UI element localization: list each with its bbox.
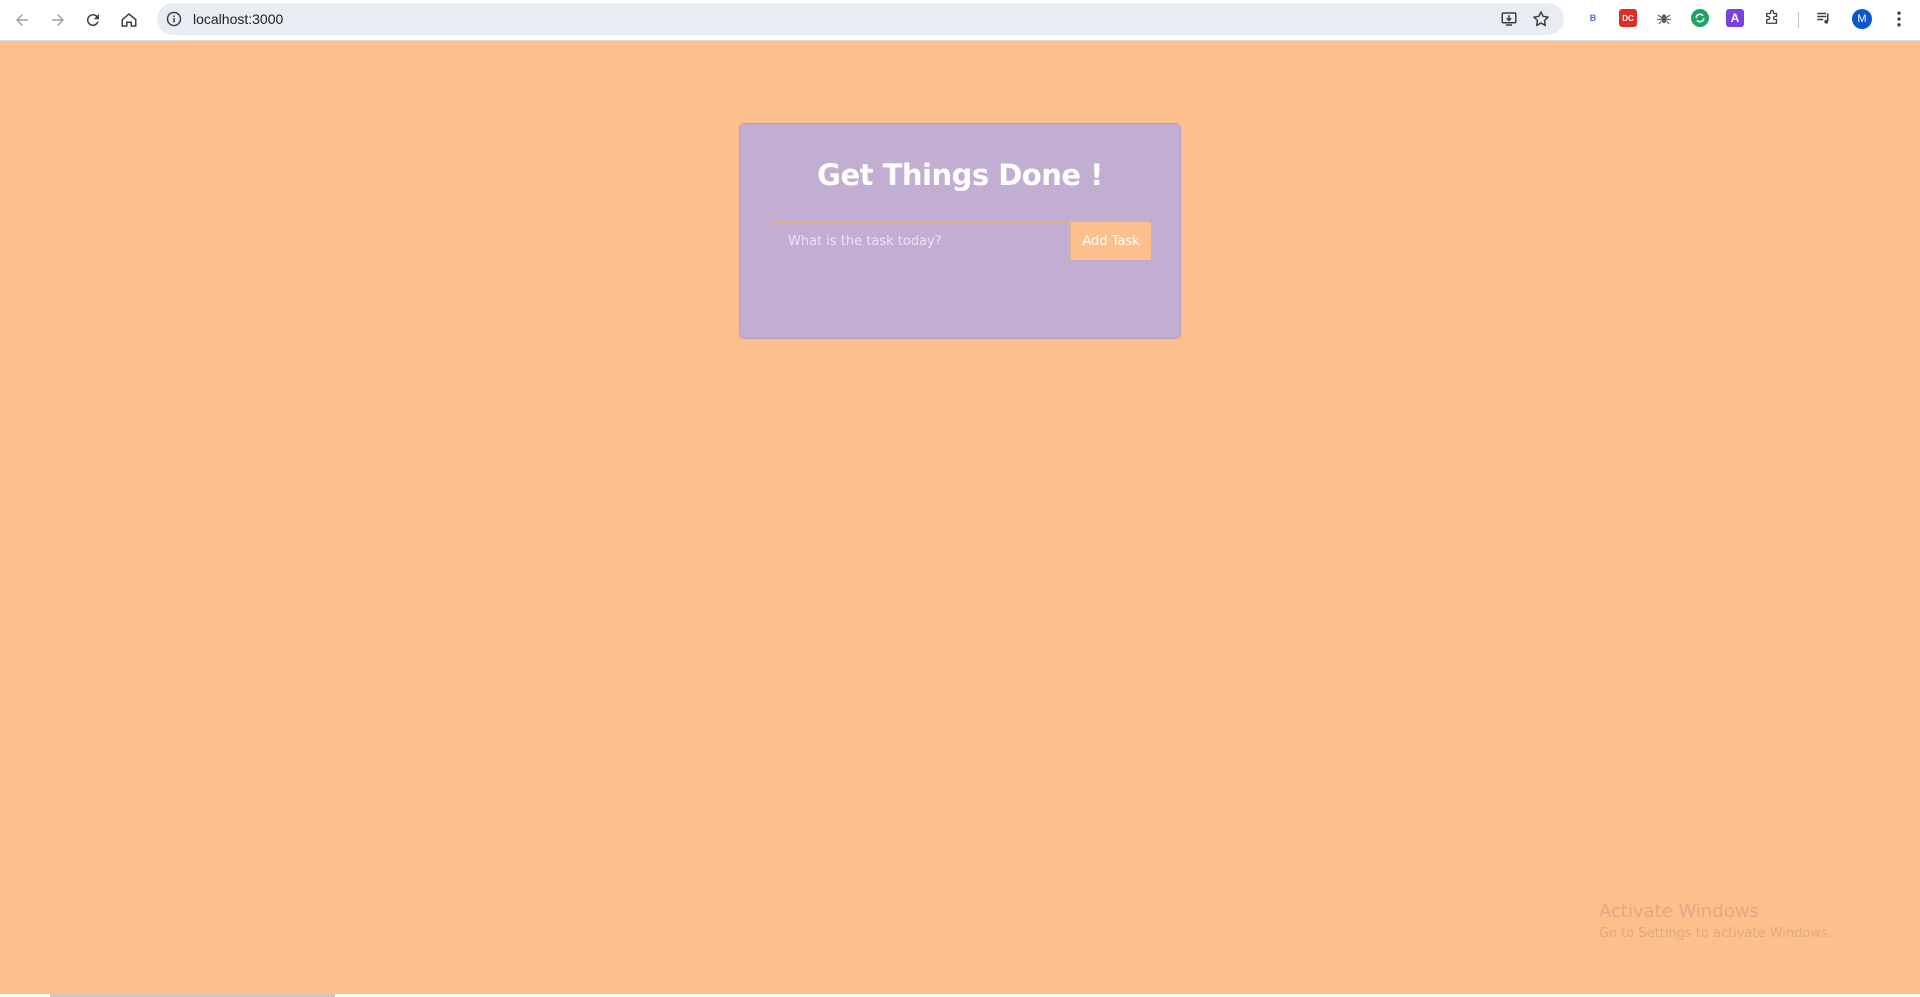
reload-button[interactable] [79,8,107,32]
url-text[interactable]: localhost:3000 [193,11,283,27]
extensions-puzzle-icon[interactable] [1763,9,1781,27]
bookmark-star-icon[interactable] [1531,9,1551,29]
reload-icon [86,14,99,27]
watermark-subtitle: Go to Settings to activate Windows. [1599,926,1832,941]
playlist-icon [1817,12,1829,24]
extension-a-icon[interactable]: A [1726,9,1744,27]
add-task-button[interactable]: Add Task [1071,222,1151,260]
page-title: Get Things Done ! [817,158,1103,192]
windows-activation-watermark: Activate Windows Go to Settings to activ… [1599,901,1832,941]
bug-icon [1657,14,1671,25]
arrow-right-icon [52,14,64,26]
install-app-icon[interactable] [1500,10,1518,28]
browser-toolbar: localhost:3000 B DC A M [0,0,1920,41]
site-info-icon[interactable] [166,11,182,27]
back-button[interactable] [8,8,36,32]
puzzle-icon [1766,9,1778,24]
browser-menu-icon[interactable] [1889,9,1909,29]
home-icon [121,13,137,27]
forward-button[interactable] [44,8,72,32]
todo-wrapper: Get Things Done ! Add Task [739,123,1181,339]
arrow-left-icon [16,14,28,26]
extension-b-icon[interactable]: B [1584,9,1602,27]
toolbar-divider [1798,12,1799,28]
address-bar[interactable]: localhost:3000 [157,3,1564,35]
watermark-title: Activate Windows [1599,901,1759,922]
task-input[interactable] [771,222,1071,260]
extension-sync-icon[interactable] [1691,9,1709,27]
home-button[interactable] [115,8,143,32]
media-control-icon[interactable] [1815,9,1833,27]
sync-icon [1695,13,1705,23]
extension-bug-icon[interactable] [1655,9,1673,27]
extension-red-icon[interactable]: DC [1619,9,1637,27]
todo-form: Add Task [771,222,1151,260]
profile-avatar[interactable]: M [1852,9,1872,29]
